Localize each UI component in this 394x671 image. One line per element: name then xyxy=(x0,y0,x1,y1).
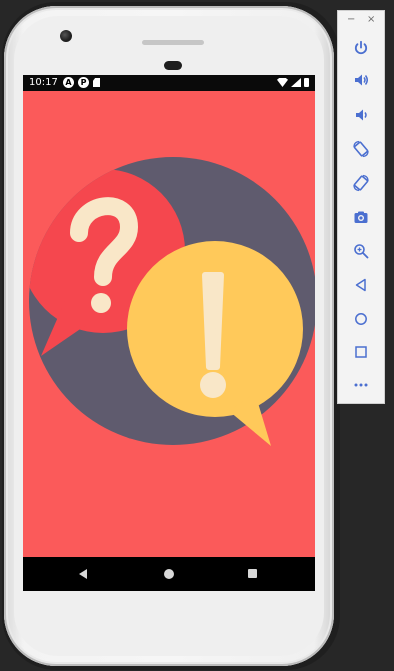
volume-up-button[interactable] xyxy=(349,68,373,92)
volume-down-button[interactable] xyxy=(349,103,373,127)
status-bar: 10:17 A P xyxy=(23,75,315,91)
phone-screen[interactable]: 10:17 A P xyxy=(23,75,315,591)
back-icon xyxy=(355,278,366,292)
power-button[interactable] xyxy=(349,36,373,60)
emulator-toolbar: − × xyxy=(337,10,385,404)
wifi-icon xyxy=(277,78,288,87)
more-button[interactable] xyxy=(349,373,373,397)
rotate-right-button[interactable] xyxy=(349,171,373,195)
home-icon xyxy=(355,313,367,325)
close-button[interactable]: × xyxy=(367,15,375,25)
signal-icon xyxy=(291,78,301,87)
battery-icon xyxy=(304,78,309,87)
nav-recents-icon[interactable] xyxy=(248,569,257,578)
rotate-left-button[interactable] xyxy=(349,137,373,161)
zoom-button[interactable] xyxy=(349,239,373,263)
nav-home-icon[interactable] xyxy=(164,569,174,579)
volume-up-icon xyxy=(355,74,368,86)
rotate-left-icon xyxy=(353,140,369,158)
front-camera-icon xyxy=(60,30,72,42)
front-sensor xyxy=(164,61,182,70)
screenshot-button[interactable] xyxy=(349,205,373,229)
toolbar-header: − × xyxy=(338,11,384,31)
camera-icon xyxy=(354,211,368,223)
question-exclamation-illustration xyxy=(29,157,315,446)
power-icon xyxy=(354,40,368,55)
more-icon xyxy=(354,383,368,387)
emulator-window: 10:17 A P − × xyxy=(0,0,394,671)
sd-card-icon xyxy=(93,78,100,87)
notification-a-icon: A xyxy=(63,77,74,88)
status-notification-icons: A P xyxy=(63,77,100,88)
rotate-right-icon xyxy=(353,174,369,192)
navigation-bar xyxy=(23,557,315,591)
minimize-button[interactable]: − xyxy=(347,15,355,25)
status-system-icons xyxy=(277,78,309,87)
nav-back-icon[interactable] xyxy=(79,569,87,579)
overview-button[interactable] xyxy=(349,340,373,364)
home-button[interactable] xyxy=(349,307,373,331)
status-time: 10:17 xyxy=(29,77,58,88)
volume-down-icon xyxy=(356,109,367,121)
back-button[interactable] xyxy=(349,273,373,297)
earpiece-speaker xyxy=(142,40,204,45)
overview-icon xyxy=(355,346,367,358)
notification-p-icon: P xyxy=(78,77,89,88)
zoom-icon xyxy=(354,244,369,259)
